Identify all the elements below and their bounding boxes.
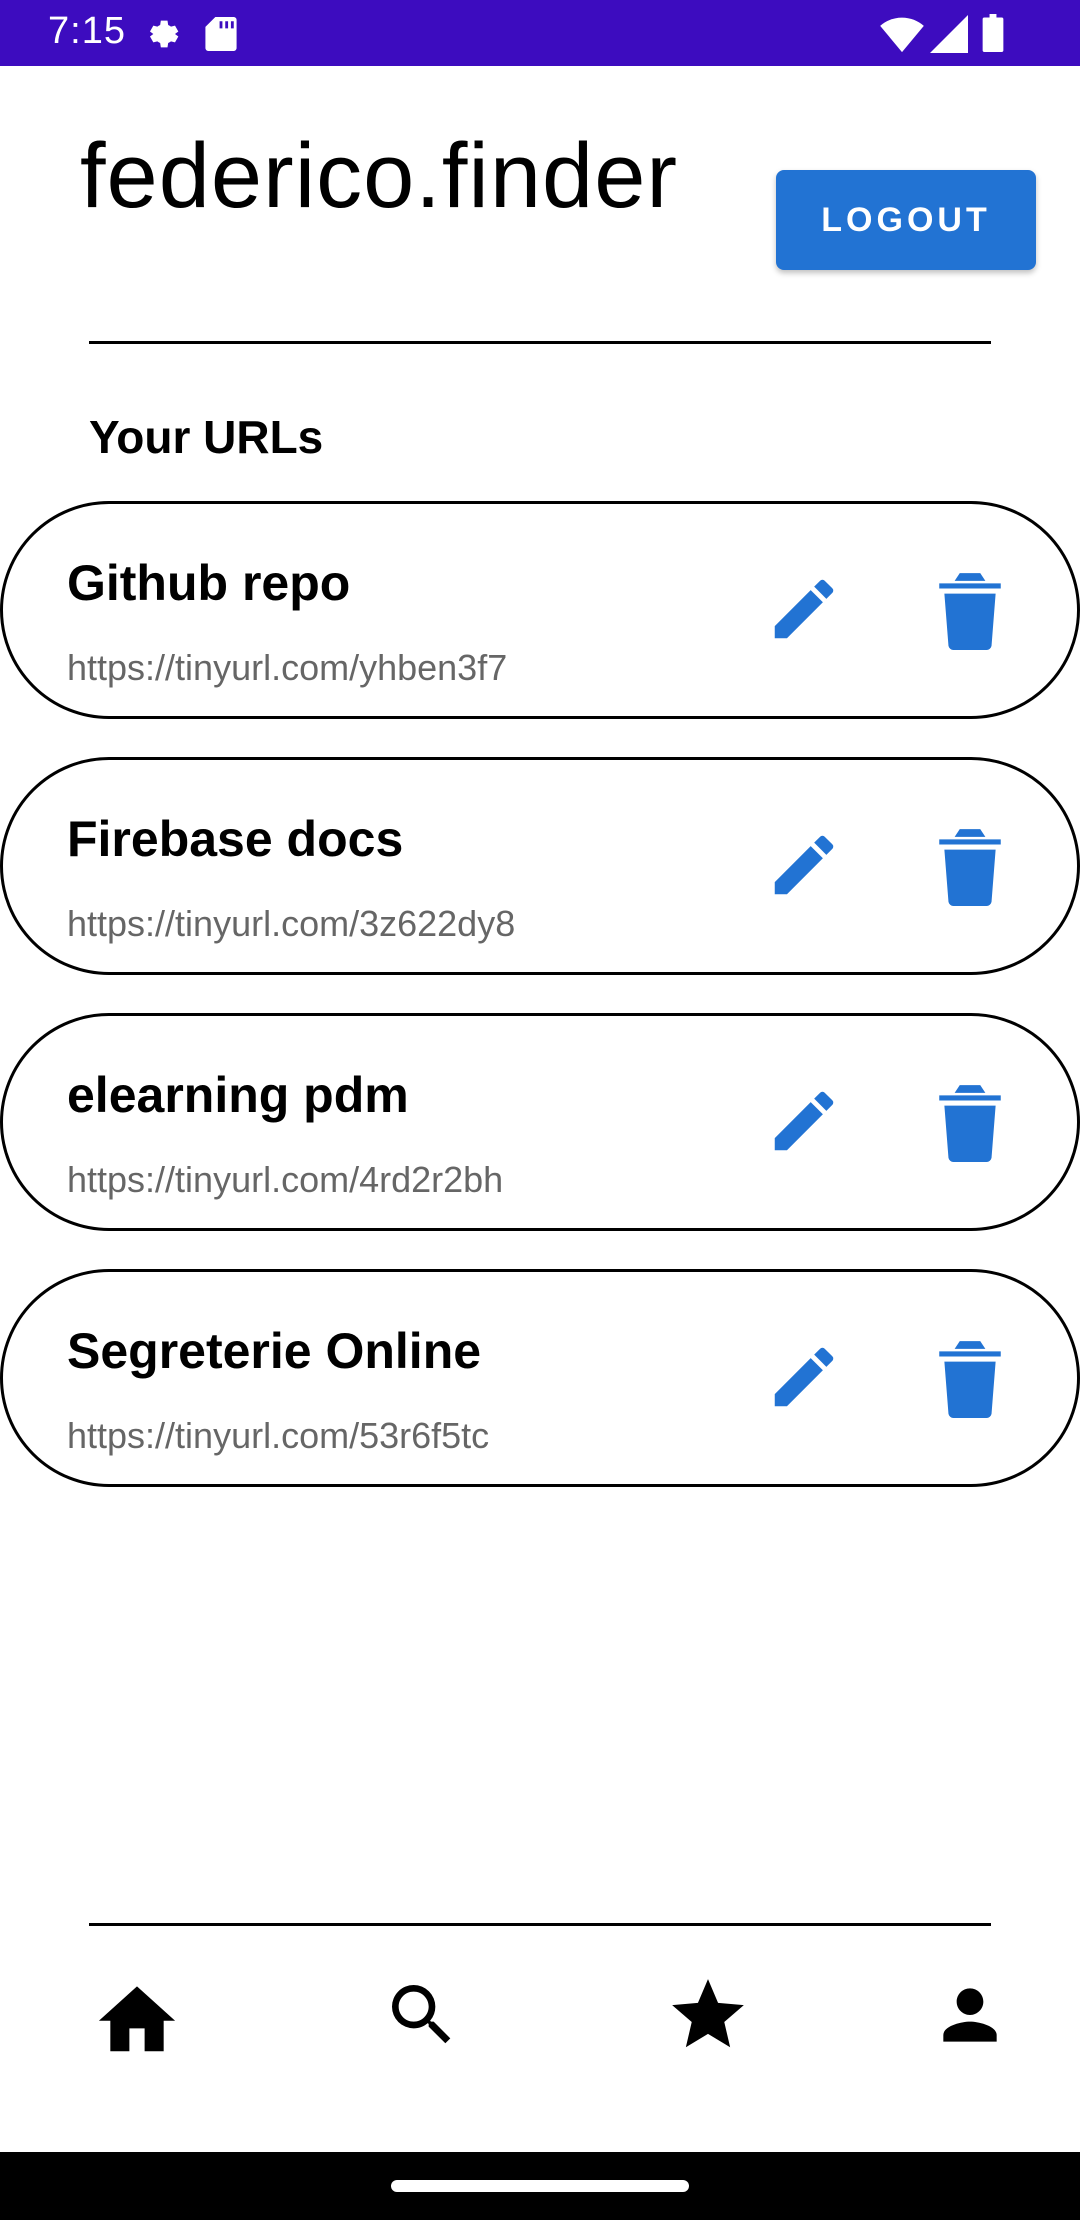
sd-card-icon (204, 14, 238, 59)
edit-button[interactable] (763, 1336, 845, 1418)
username-title: federico.finder (80, 125, 678, 227)
home-icon (98, 1986, 176, 2052)
url-link[interactable]: https://tinyurl.com/53r6f5tc (67, 1415, 489, 1457)
pencil-icon (774, 1091, 834, 1151)
trash-icon (939, 829, 1001, 906)
cellular-signal-icon (930, 14, 968, 59)
logout-button[interactable]: LOGOUT (776, 170, 1036, 270)
url-link[interactable]: https://tinyurl.com/yhben3f7 (67, 647, 507, 689)
status-bar: 7:15 (0, 0, 1080, 66)
pencil-icon (774, 835, 834, 895)
settings-gear-icon (140, 14, 180, 59)
url-card[interactable]: Firebase docs https://tinyurl.com/3z622d… (0, 757, 1080, 975)
url-name: Github repo (67, 555, 351, 611)
battery-icon (982, 14, 1004, 57)
pencil-icon (774, 1347, 834, 1407)
nav-profile[interactable] (910, 1960, 1030, 2070)
nav-home[interactable] (77, 1960, 197, 2070)
person-icon (943, 1988, 997, 2042)
bottom-navigation (0, 1960, 1080, 2110)
trash-icon (939, 573, 1001, 650)
url-card[interactable]: elearning pdm https://tinyurl.com/4rd2r2… (0, 1013, 1080, 1231)
section-title: Your URLs (89, 411, 324, 463)
pencil-icon (774, 579, 834, 639)
nav-search[interactable] (362, 1960, 482, 2070)
delete-button[interactable] (929, 1080, 1011, 1162)
url-card[interactable]: Segreterie Online https://tinyurl.com/53… (0, 1269, 1080, 1487)
url-name: Segreterie Online (67, 1323, 482, 1379)
url-name: elearning pdm (67, 1067, 409, 1123)
system-navigation-bar (0, 2152, 1080, 2220)
nav-favorites[interactable] (648, 1960, 768, 2070)
url-link[interactable]: https://tinyurl.com/4rd2r2bh (67, 1159, 503, 1201)
top-divider (89, 341, 991, 344)
url-link[interactable]: https://tinyurl.com/3z622dy8 (67, 903, 515, 945)
trash-icon (939, 1341, 1001, 1418)
edit-button[interactable] (763, 824, 845, 906)
delete-button[interactable] (929, 1336, 1011, 1418)
delete-button[interactable] (929, 568, 1011, 650)
trash-icon (939, 1085, 1001, 1162)
bottom-divider (89, 1923, 991, 1926)
wifi-icon (880, 14, 924, 59)
url-card[interactable]: Github repo https://tinyurl.com/yhben3f7 (0, 501, 1080, 719)
edit-button[interactable] (763, 1080, 845, 1162)
search-icon (392, 1985, 451, 2044)
home-gesture-handle[interactable] (391, 2180, 689, 2192)
delete-button[interactable] (929, 824, 1011, 906)
edit-button[interactable] (763, 568, 845, 650)
status-time: 7:15 (48, 10, 126, 52)
url-name: Firebase docs (67, 811, 404, 867)
star-icon (672, 1979, 744, 2048)
url-list: Github repo https://tinyurl.com/yhben3f7… (0, 501, 1080, 1525)
